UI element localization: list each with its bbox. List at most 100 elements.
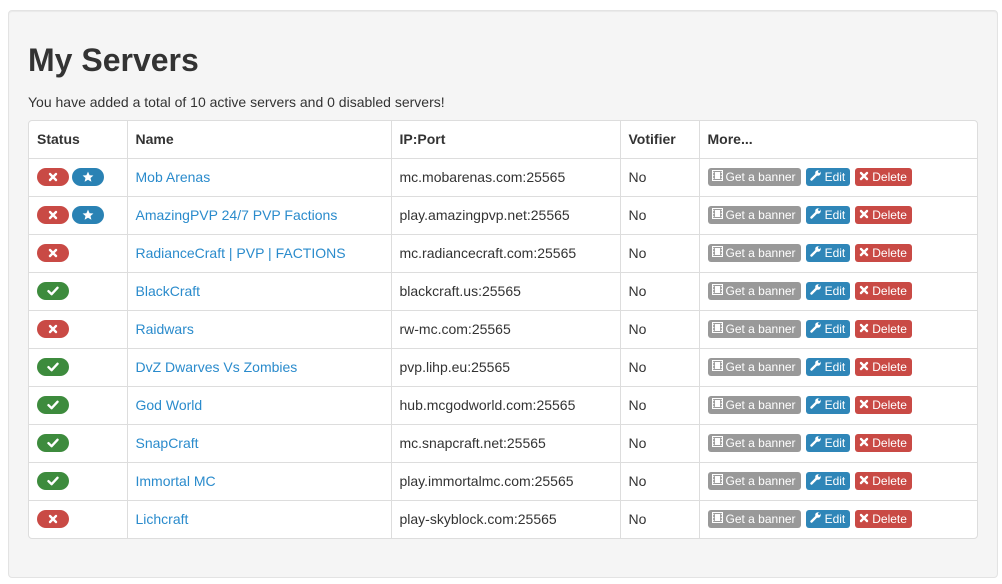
x-icon <box>859 472 872 490</box>
table-header-row: Status Name IP:Port Votifier More... <box>29 121 977 158</box>
edit-button[interactable]: Edit <box>805 168 851 187</box>
delete-button[interactable]: Delete <box>855 168 912 187</box>
table-row: AmazingPVP 24/7 PVP Factions play.amazin… <box>29 195 977 234</box>
get-banner-button[interactable]: Get a banner <box>707 206 801 225</box>
x-icon <box>859 434 872 452</box>
name-cell: Immortal MC <box>126 461 391 500</box>
header-more: More... <box>698 121 977 158</box>
delete-button[interactable]: Delete <box>855 510 912 529</box>
server-name-link[interactable]: Mob Arenas <box>136 169 211 185</box>
ip-cell: mc.radiancecraft.com:25565 <box>390 233 620 272</box>
wrench-icon <box>809 396 825 414</box>
servers-panel: My Servers You have added a total of 10 … <box>8 10 998 578</box>
offline-status-badge <box>37 510 69 529</box>
delete-button[interactable]: Delete <box>855 434 912 453</box>
get-banner-button[interactable]: Get a banner <box>707 358 801 377</box>
votifier-cell: No <box>619 385 699 424</box>
table-row: Lichcraft play-skyblock.com:25565 No Get… <box>29 499 977 538</box>
get-banner-button[interactable]: Get a banner <box>707 434 801 453</box>
edit-label: Edit <box>824 208 846 223</box>
get-banner-button[interactable]: Get a banner <box>707 244 801 263</box>
film-icon <box>711 472 726 490</box>
edit-label: Edit <box>824 436 846 451</box>
offline-status-badge <box>37 320 69 339</box>
edit-button[interactable]: Edit <box>805 282 851 301</box>
x-icon <box>859 168 872 186</box>
server-name-link[interactable]: Raidwars <box>136 321 194 337</box>
delete-label: Delete <box>872 322 907 337</box>
delete-button[interactable]: Delete <box>855 244 912 263</box>
servers-table: Status Name IP:Port Votifier More... Mob… <box>29 121 977 538</box>
delete-button[interactable]: Delete <box>855 472 912 491</box>
votifier-cell: No <box>619 461 699 500</box>
get-banner-button[interactable]: Get a banner <box>707 396 801 415</box>
edit-button[interactable]: Edit <box>805 320 851 339</box>
edit-button[interactable]: Edit <box>805 510 851 529</box>
get-banner-button[interactable]: Get a banner <box>707 472 801 491</box>
table-row: God World hub.mcgodworld.com:25565 No Ge… <box>29 385 977 424</box>
delete-button[interactable]: Delete <box>855 396 912 415</box>
delete-button[interactable]: Delete <box>855 358 912 377</box>
delete-button[interactable]: Delete <box>855 282 912 301</box>
get-banner-button[interactable]: Get a banner <box>707 320 801 339</box>
name-cell: AmazingPVP 24/7 PVP Factions <box>126 195 391 234</box>
get-banner-label: Get a banner <box>725 170 796 185</box>
status-cell <box>29 347 127 386</box>
get-banner-label: Get a banner <box>725 398 796 413</box>
delete-button[interactable]: Delete <box>855 320 912 339</box>
get-banner-button[interactable]: Get a banner <box>707 282 801 301</box>
edit-label: Edit <box>824 474 846 489</box>
edit-button[interactable]: Edit <box>805 244 851 263</box>
get-banner-label: Get a banner <box>725 284 796 299</box>
film-icon <box>711 206 726 224</box>
x-icon <box>859 244 872 262</box>
edit-label: Edit <box>824 284 846 299</box>
server-name-link[interactable]: BlackCraft <box>136 283 201 299</box>
status-cell <box>29 271 127 310</box>
wrench-icon <box>809 472 825 490</box>
wrench-icon <box>809 206 825 224</box>
featured-badge <box>72 168 104 187</box>
server-name-link[interactable]: DvZ Dwarves Vs Zombies <box>136 359 298 375</box>
header-name: Name <box>126 121 391 158</box>
edit-button[interactable]: Edit <box>805 472 851 491</box>
get-banner-button[interactable]: Get a banner <box>707 168 801 187</box>
server-name-link[interactable]: God World <box>136 397 203 413</box>
name-cell: God World <box>126 385 391 424</box>
server-name-link[interactable]: Immortal MC <box>136 473 216 489</box>
delete-button[interactable]: Delete <box>855 206 912 225</box>
header-ip-port: IP:Port <box>390 121 620 158</box>
wrench-icon <box>809 320 825 338</box>
actions-cell: Get a banner Edit Delete <box>698 271 977 310</box>
actions-cell: Get a banner Edit Delete <box>698 157 977 196</box>
server-name-link[interactable]: AmazingPVP 24/7 PVP Factions <box>136 207 338 223</box>
name-cell: DvZ Dwarves Vs Zombies <box>126 347 391 386</box>
online-status-badge <box>37 434 69 453</box>
edit-button[interactable]: Edit <box>805 206 851 225</box>
edit-label: Edit <box>824 170 846 185</box>
votifier-cell: No <box>619 271 699 310</box>
edit-button[interactable]: Edit <box>805 396 851 415</box>
name-cell: SnapCraft <box>126 423 391 462</box>
ip-cell: hub.mcgodworld.com:25565 <box>390 385 620 424</box>
server-name-link[interactable]: RadianceCraft | PVP | FACTIONS <box>136 245 346 261</box>
status-cell <box>29 195 127 234</box>
online-status-badge <box>37 358 69 377</box>
film-icon <box>711 320 726 338</box>
edit-button[interactable]: Edit <box>805 434 851 453</box>
ip-cell: rw-mc.com:25565 <box>390 309 620 348</box>
ip-cell: blackcraft.us:25565 <box>390 271 620 310</box>
actions-cell: Get a banner Edit Delete <box>698 347 977 386</box>
server-name-link[interactable]: Lichcraft <box>136 511 189 527</box>
table-row: DvZ Dwarves Vs Zombies pvp.lihp.eu:25565… <box>29 347 977 386</box>
server-name-link[interactable]: SnapCraft <box>136 435 199 451</box>
delete-label: Delete <box>872 208 907 223</box>
wrench-icon <box>809 244 825 262</box>
online-status-badge <box>37 472 69 491</box>
status-cell <box>29 461 127 500</box>
get-banner-button[interactable]: Get a banner <box>707 510 801 529</box>
film-icon <box>711 396 726 414</box>
edit-button[interactable]: Edit <box>805 358 851 377</box>
get-banner-label: Get a banner <box>725 246 796 261</box>
name-cell: Mob Arenas <box>126 157 391 196</box>
